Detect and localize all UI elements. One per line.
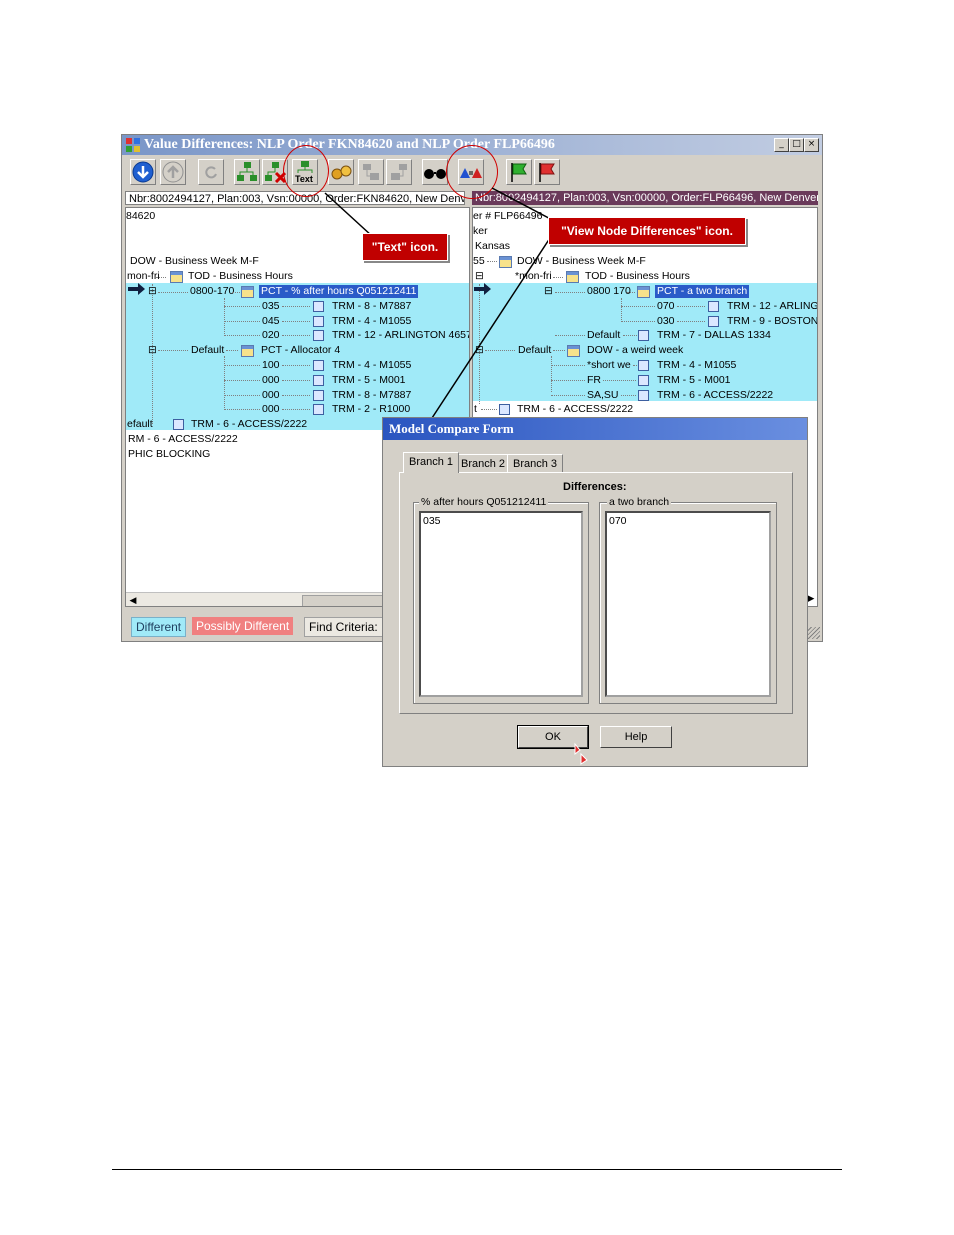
- view-node-differences-callout: "View Node Differences" icon.: [548, 217, 746, 245]
- left-differences-list[interactable]: 035: [419, 511, 583, 697]
- list-item[interactable]: 070: [609, 515, 767, 527]
- cursor-icon: [574, 742, 588, 765]
- left-branch-group-label: % after hours Q051212411: [419, 496, 549, 508]
- list-item[interactable]: 035: [423, 515, 579, 527]
- tab-branch-3[interactable]: Branch 3: [507, 454, 564, 473]
- help-button[interactable]: Help: [600, 726, 672, 748]
- dialog-title-bar: Model Compare Form: [383, 418, 807, 440]
- right-differences-list[interactable]: 070: [605, 511, 771, 697]
- text-icon-callout: "Text" icon.: [362, 233, 448, 261]
- differences-label: Differences:: [563, 481, 627, 493]
- model-compare-dialog: Model Compare Form Branch 1 Branch 2 Bra…: [382, 417, 808, 767]
- right-branch-group-label: a two branch: [607, 496, 672, 508]
- tab-branch-2[interactable]: Branch 2: [455, 454, 512, 473]
- dialog-title: Model Compare Form: [389, 421, 514, 436]
- page-footer-rule: [112, 1169, 842, 1170]
- tab-branch-1[interactable]: Branch 1: [403, 452, 460, 473]
